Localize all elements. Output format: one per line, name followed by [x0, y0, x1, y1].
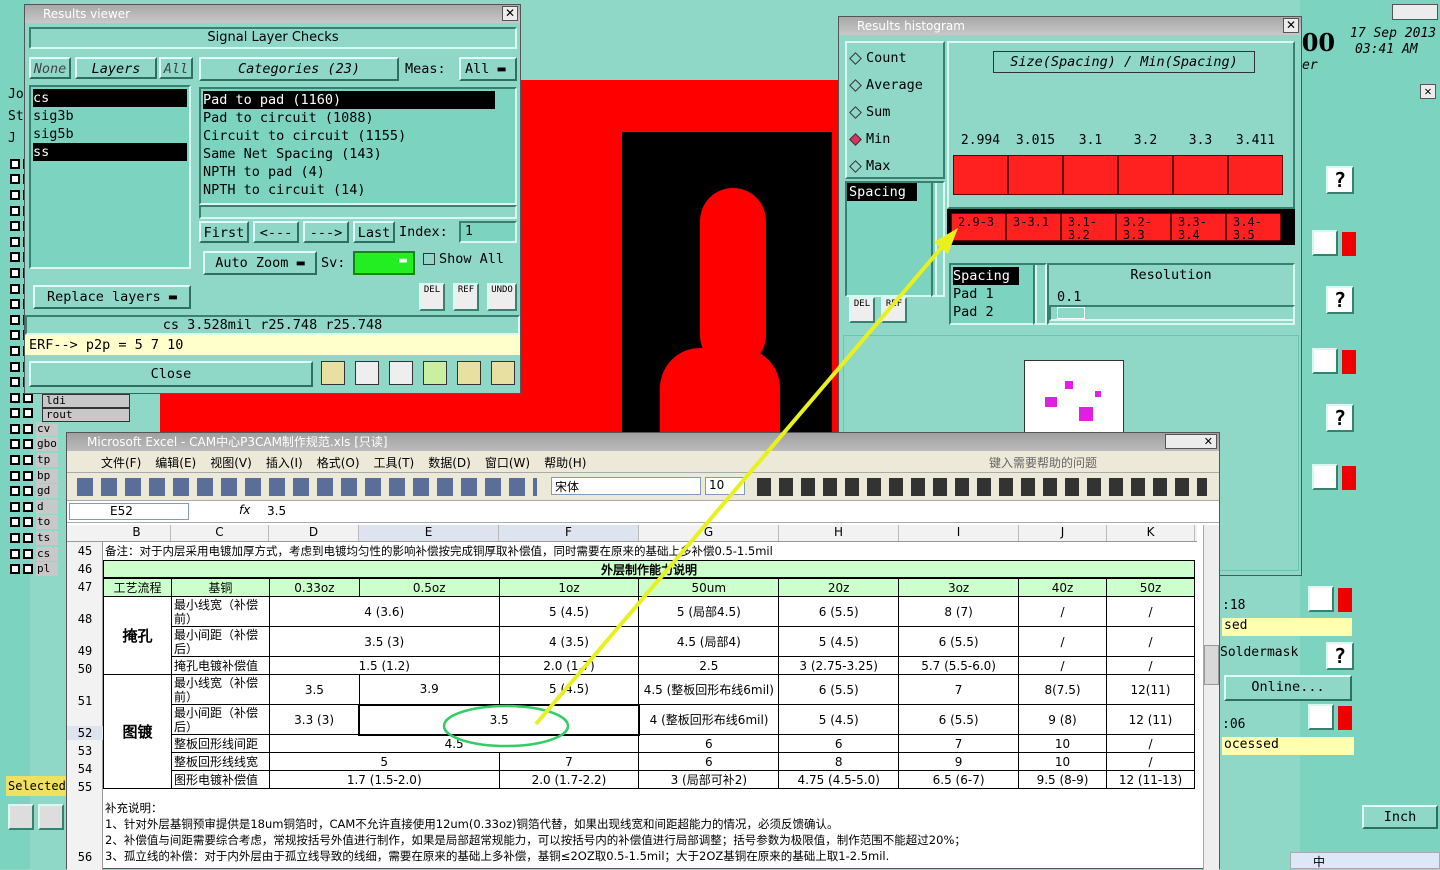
- highlight-ellipse: [442, 704, 570, 748]
- annotation-overlay: [442, 228, 958, 748]
- arrow-line: [534, 238, 950, 726]
